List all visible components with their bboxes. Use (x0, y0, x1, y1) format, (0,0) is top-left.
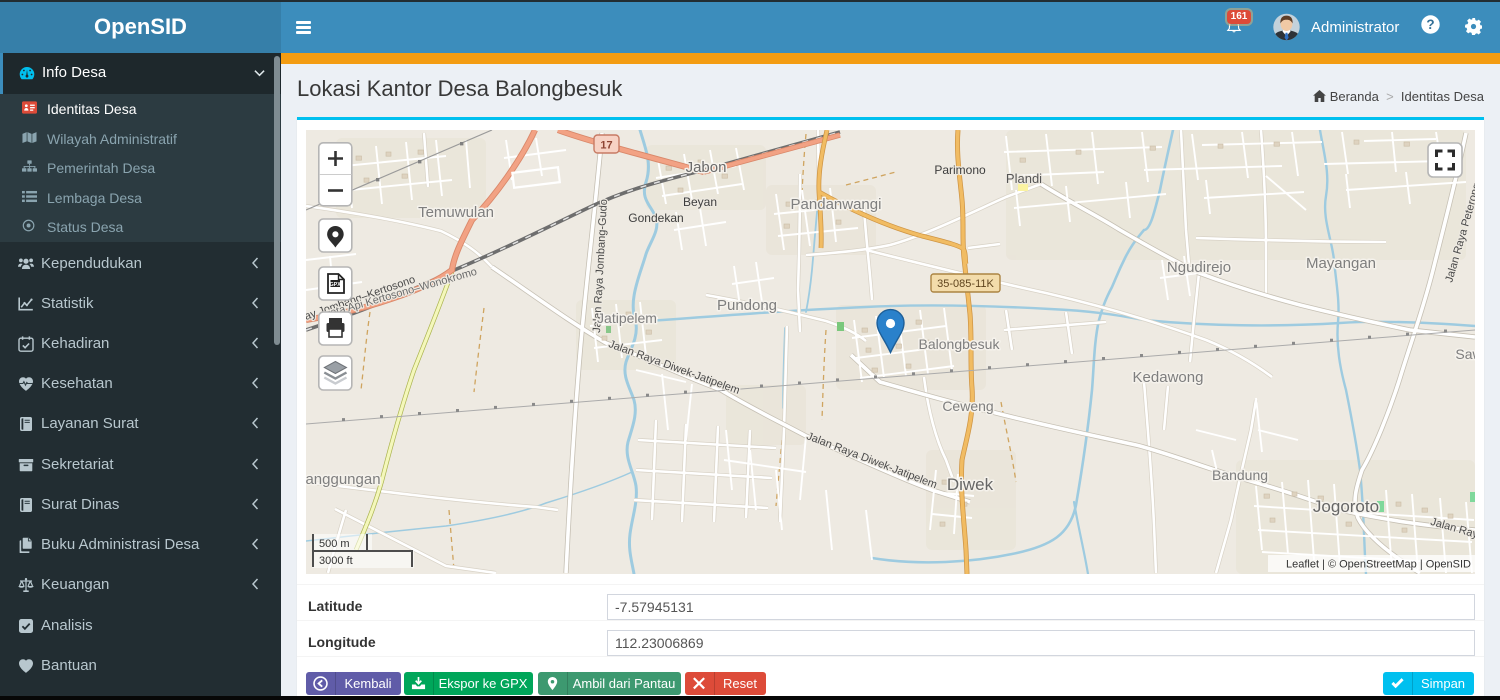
svg-text:GPX: GPX (330, 282, 341, 288)
svg-text:Kedawong: Kedawong (1133, 369, 1204, 386)
svg-text:Balongbesuk: Balongbesuk (919, 336, 1001, 352)
svg-text:Temuwulan: Temuwulan (418, 204, 494, 221)
svg-text:Pundong: Pundong (717, 297, 777, 314)
svg-text:Ngudirejo: Ngudirejo (1167, 259, 1231, 276)
svg-text:Bandung: Bandung (1212, 467, 1268, 483)
svg-text:Parimono: Parimono (934, 163, 986, 177)
svg-text:?: ? (1426, 17, 1434, 32)
svg-text:anggungan: anggungan (306, 471, 381, 488)
svg-text:Pandanwangi: Pandanwangi (791, 196, 882, 213)
svg-text:Diwek: Diwek (947, 475, 994, 494)
svg-text:Ceweng: Ceweng (942, 398, 993, 414)
svg-text:Jatipelem: Jatipelem (597, 310, 657, 326)
svg-text:Jabon: Jabon (686, 159, 727, 176)
svg-text:Plandi: Plandi (1006, 171, 1042, 186)
svg-text:Gondekan: Gondekan (628, 211, 683, 225)
svg-text:17: 17 (600, 140, 612, 152)
svg-text:Leaflet | © OpenStreetMap | Op: Leaflet | © OpenStreetMap | OpenSID (1286, 559, 1471, 571)
svg-text:3000 ft: 3000 ft (319, 555, 353, 567)
svg-text:Jogoroto: Jogoroto (1313, 497, 1379, 516)
svg-text:Beyan: Beyan (683, 195, 717, 209)
svg-text:35-085-11K: 35-085-11K (937, 278, 994, 290)
svg-text:Mayangan: Mayangan (1306, 255, 1376, 272)
svg-text:500 m: 500 m (319, 538, 350, 550)
svg-text:Saw: Saw (1455, 346, 1475, 362)
